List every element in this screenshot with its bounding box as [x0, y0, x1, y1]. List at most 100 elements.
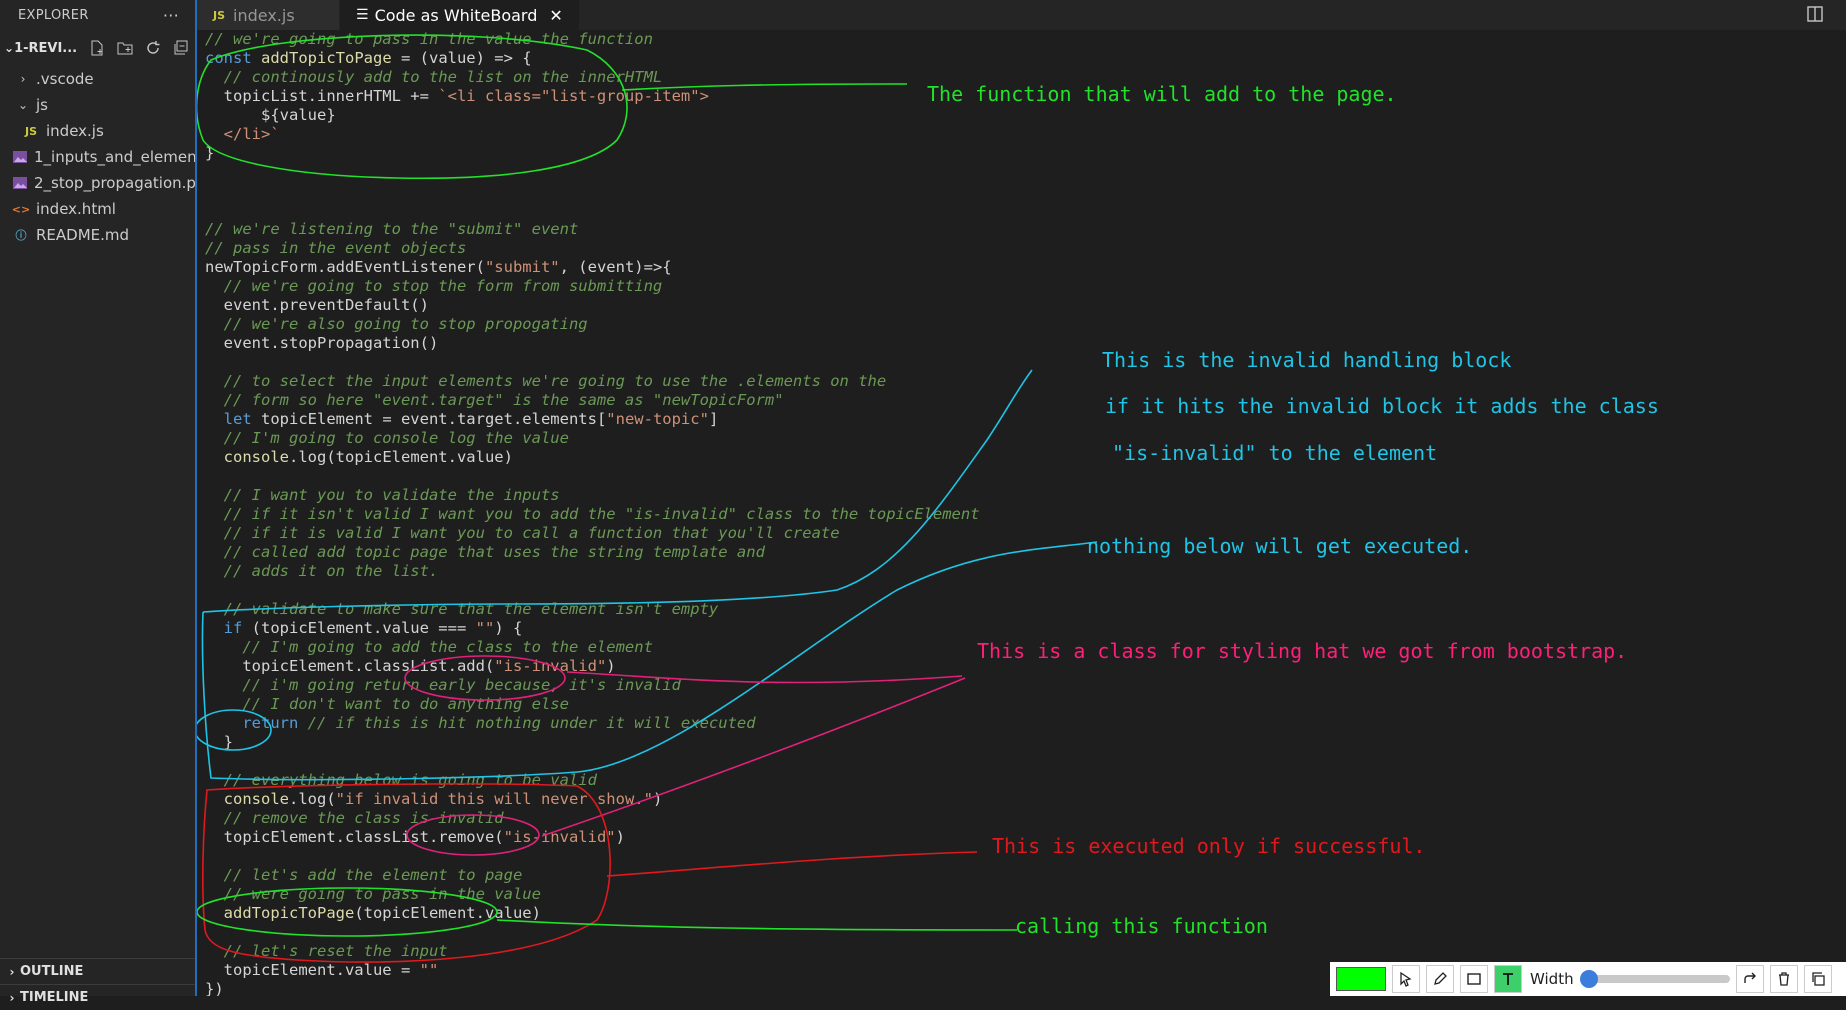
width-slider-thumb[interactable]	[1579, 970, 1598, 988]
code-line: })	[205, 980, 980, 996]
code-token: // continously add to the list on the in…	[205, 68, 663, 86]
redo-icon[interactable]	[1735, 965, 1764, 993]
tab-index-js[interactable]: JS index.js	[197, 0, 340, 30]
tree-item-image-2[interactable]: 2_stop_propagation.p...	[0, 170, 195, 196]
note-calling-function: calling this function	[1015, 914, 1268, 938]
tree-item-label: 2_stop_propagation.p...	[34, 174, 195, 192]
code-token: // I'm going to add the class to the ele…	[205, 638, 653, 656]
file-tree: › .vscode ⌄ js JS index.js 1_inputs_and_…	[0, 66, 195, 248]
preview-icon: ☰	[356, 7, 369, 23]
tab-label: Code as WhiteBoard	[374, 5, 538, 25]
workspace-folder[interactable]: ⌄ 1-REVI...	[0, 30, 195, 66]
code-token: "if invalid this will never show."	[335, 790, 653, 808]
code-line: // if it is valid I want you to call a f…	[205, 524, 980, 543]
code-token: })	[205, 980, 224, 996]
info-icon: ⓘ	[15, 229, 27, 242]
width-slider[interactable]	[1579, 970, 1730, 988]
chevron-right-icon: ›	[20, 72, 26, 86]
code-line: // I want you to validate the inputs	[205, 486, 980, 505]
html-file-icon: <>	[11, 202, 31, 216]
note-function-add: The function that will add to the page.	[927, 82, 1397, 106]
code-token: return	[205, 714, 308, 732]
copy-icon[interactable]	[1803, 965, 1832, 993]
tree-item-vscode[interactable]: › .vscode	[0, 66, 195, 92]
collapse-all-icon[interactable]	[171, 38, 191, 58]
code-token: event.stopPropagation()	[205, 334, 439, 352]
chevron-right-icon: ›	[9, 990, 15, 1005]
image-file-icon	[12, 176, 28, 190]
code-line: topicElement.value = ""	[205, 961, 980, 980]
tree-item-index-js[interactable]: JS index.js	[0, 118, 195, 144]
code-line: // form so here "event.target" is the sa…	[205, 391, 980, 410]
outline-section[interactable]: › OUTLINE	[0, 958, 195, 984]
tab-code-as-whiteboard[interactable]: ☰ Code as WhiteBoard ✕	[340, 0, 580, 30]
code-line: // if it isn't valid I want you to add t…	[205, 505, 980, 524]
code-token: = (value) => {	[391, 49, 532, 67]
rectangle-tool-icon[interactable]	[1460, 965, 1488, 993]
code-token: // let's reset the input	[205, 942, 448, 960]
code-token: (topicElement.value ===	[251, 619, 476, 637]
code-token: // we're listening to the "submit" event	[205, 220, 579, 238]
code-token: addTopicToPage	[205, 904, 355, 922]
code-token: (topicElement.value)	[354, 904, 541, 922]
code-token: }	[205, 144, 215, 162]
code-token: console	[205, 790, 289, 808]
trash-icon[interactable]	[1769, 965, 1798, 993]
color-picker[interactable]	[1336, 967, 1386, 991]
timeline-section[interactable]: › TIMELINE	[0, 984, 195, 1010]
code-line: newTopicForm.addEventListener("submit", …	[205, 258, 980, 277]
explorer-header: EXPLORER ···	[0, 0, 195, 30]
code-token: "submit"	[484, 258, 560, 276]
whiteboard-toolbar: Width	[1330, 962, 1846, 996]
new-file-icon[interactable]	[87, 38, 107, 58]
more-actions-icon[interactable]: ···	[163, 6, 179, 25]
code-token: addTopicToPage	[261, 49, 392, 67]
outline-label: OUTLINE	[20, 964, 84, 979]
tree-item-label: 1_inputs_and_elemen...	[34, 148, 195, 166]
code-line: topicElement.classList.add("is-invalid")	[205, 657, 980, 676]
code-line: console.log(topicElement.value)	[205, 448, 980, 467]
code-line: // I don't want to do anything else	[205, 695, 980, 714]
select-tool-icon[interactable]	[1392, 965, 1420, 993]
code-token: // let's add the element to page	[205, 866, 523, 884]
tree-item-label: .vscode	[36, 70, 94, 88]
code-token: // we're going to stop the form from sub…	[205, 277, 663, 295]
tree-item-readme[interactable]: ⓘ README.md	[0, 222, 195, 248]
tree-item-js-folder[interactable]: ⌄ js	[0, 92, 195, 118]
code-token: newTopicForm.addEventListener(	[205, 258, 485, 276]
code-token: , (event)=>{	[559, 258, 672, 276]
chevron-right-icon: ›	[9, 964, 15, 979]
code-line: // i'm going return early because, it's …	[205, 676, 980, 695]
code-token: // I don't want to do anything else	[205, 695, 569, 713]
code-line: // everything below is going to be valid	[205, 771, 980, 790]
whiteboard-editor[interactable]: // we're going to pass in the value the …	[197, 30, 1846, 996]
pencil-tool-icon[interactable]	[1426, 965, 1454, 993]
refresh-icon[interactable]	[143, 38, 163, 58]
tree-item-index-html[interactable]: <> index.html	[0, 196, 195, 222]
code-line: // continously add to the list on the in…	[205, 68, 980, 87]
tree-item-label: index.js	[46, 122, 104, 140]
code-line: // adds it on the list.	[205, 562, 980, 581]
code-line: // remove the class is-invalid	[205, 809, 980, 828]
chevron-down-icon: ⌄	[17, 98, 29, 112]
code-token: topicList.innerHTML +=	[205, 87, 439, 105]
code-line: const addTopicToPage = (value) => {	[205, 49, 980, 68]
code-token: // remove the class is-invalid	[205, 809, 504, 827]
tree-item-image-1[interactable]: 1_inputs_and_elemen...	[0, 144, 195, 170]
code-token: // we're also going to stop propogating	[205, 315, 588, 333]
code-token: // if this is hit nothing under it will …	[307, 714, 756, 732]
js-file-icon: JS	[213, 8, 226, 22]
split-editor-icon[interactable]	[1806, 5, 1826, 25]
text-tool-icon[interactable]	[1494, 965, 1522, 993]
code-token: // if it is valid I want you to call a f…	[205, 524, 840, 542]
new-folder-icon[interactable]	[115, 38, 135, 58]
close-icon[interactable]: ✕	[549, 6, 562, 25]
explorer-sidebar: EXPLORER ··· ⌄ 1-REVI... › .vscode ⌄ js …	[0, 0, 197, 1005]
code-block: // we're going to pass in the value the …	[205, 30, 980, 996]
code-token: }	[205, 733, 233, 751]
code-line: // called add topic page that uses the s…	[205, 543, 980, 562]
code-line: // pass in the event objects	[205, 239, 980, 258]
